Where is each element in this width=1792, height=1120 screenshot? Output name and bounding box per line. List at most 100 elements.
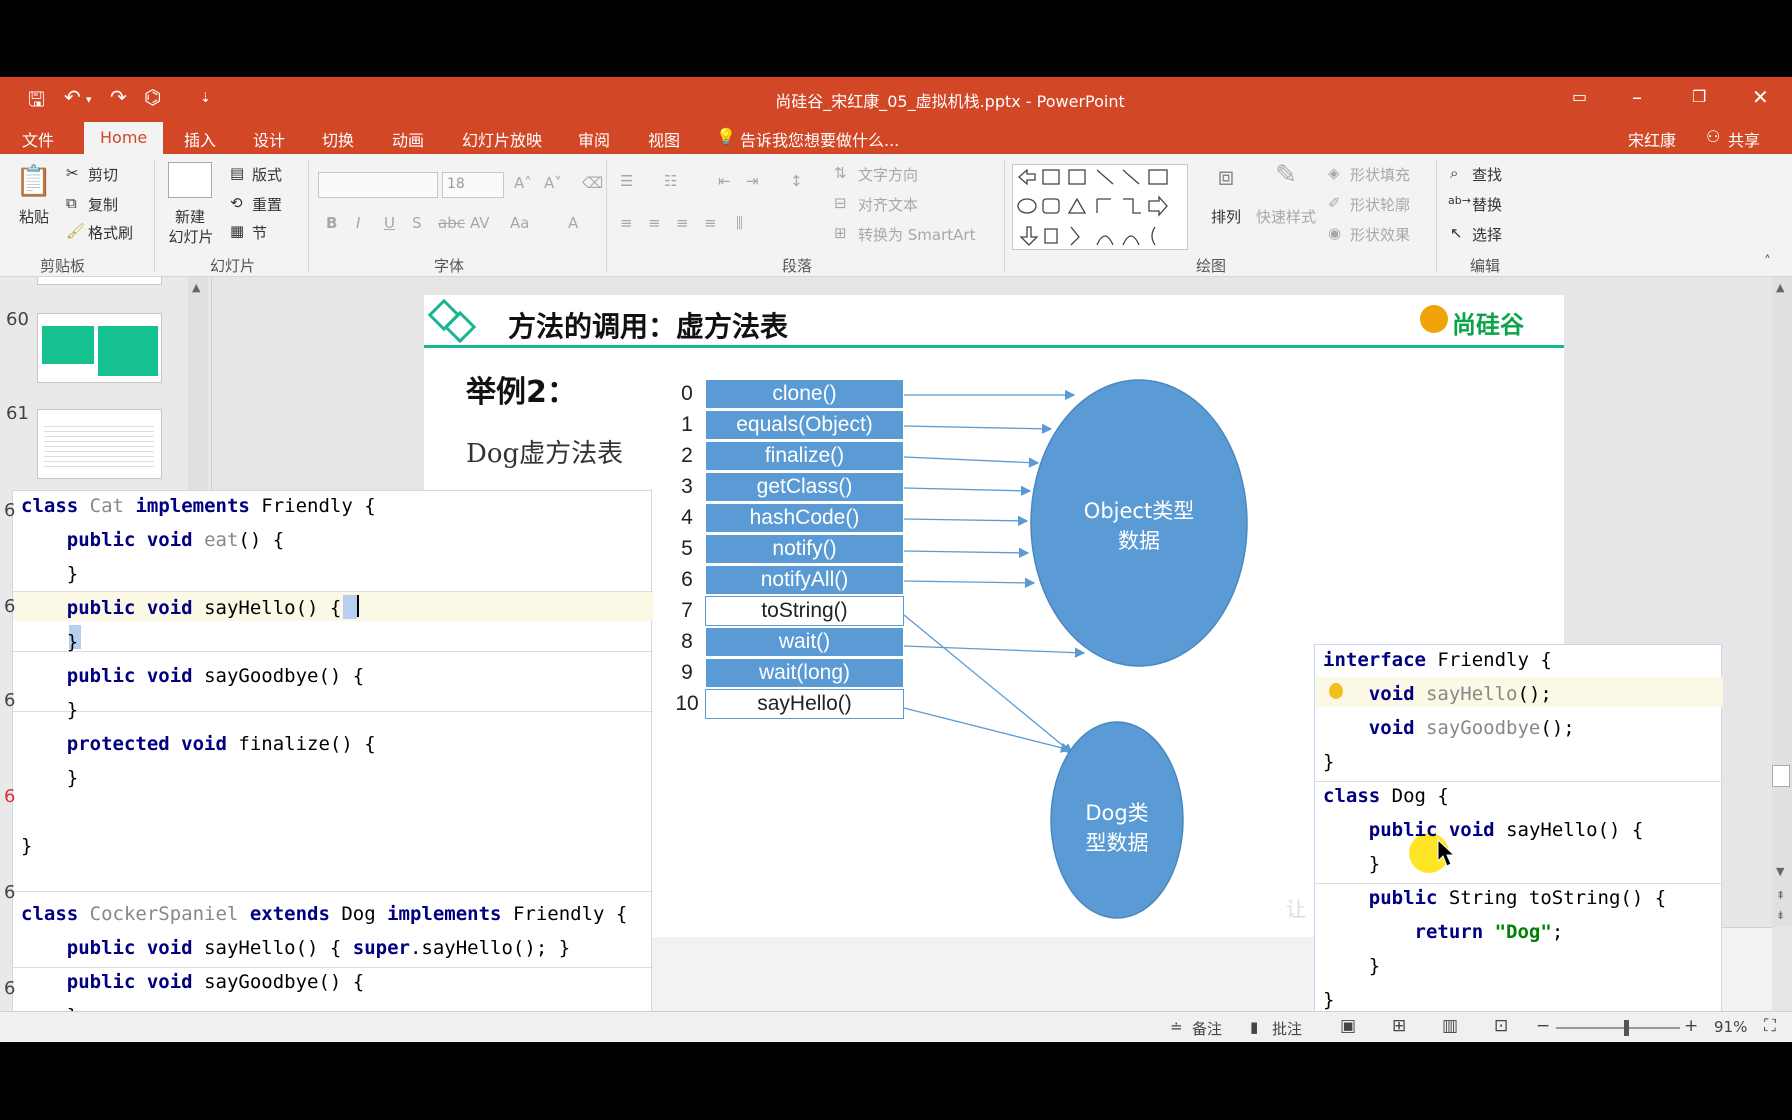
scroll-up-icon[interactable]: ▲ <box>192 281 200 294</box>
reset-button[interactable]: 重置 <box>252 194 282 215</box>
zoom-in-icon[interactable]: + <box>1684 1016 1698 1036</box>
thumbnail-slide-61[interactable] <box>37 409 162 479</box>
user-name[interactable]: 宋红康 <box>1628 127 1676 151</box>
code-editor-right[interactable]: interface Friendly { void sayHello(); vo… <box>1314 644 1723 1018</box>
undo-dropdown-icon[interactable]: ▾ <box>86 93 92 106</box>
font-color-icon[interactable]: A <box>568 214 578 232</box>
zoom-slider[interactable] <box>1556 1027 1680 1029</box>
comments-button[interactable]: 批注 <box>1272 1018 1302 1039</box>
normal-view-icon[interactable]: ▣ <box>1340 1016 1356 1036</box>
smartart-button[interactable]: 转换为 SmartArt <box>858 224 975 245</box>
slide-scrollbar[interactable] <box>1772 277 1792 927</box>
tell-me-search[interactable]: 告诉我您想要做什么... <box>740 127 899 151</box>
notes-button[interactable]: 备注 <box>1192 1018 1222 1039</box>
tab-review[interactable]: 审阅 <box>578 127 610 151</box>
new-slide-icon[interactable] <box>168 162 212 198</box>
minimize-icon[interactable]: – <box>1632 85 1642 109</box>
font-size-box[interactable]: 18 <box>442 172 504 198</box>
code-line: public void sayHello() { <box>1368 819 1644 841</box>
tab-design[interactable]: 设计 <box>253 127 285 151</box>
save-icon[interactable]: 🖫 <box>28 85 45 119</box>
shapes-gallery[interactable] <box>1012 164 1188 250</box>
char-spacing-icon[interactable]: AV <box>470 214 490 232</box>
shape-fill-button[interactable]: 形状填充 <box>1350 164 1410 185</box>
underline-icon[interactable]: U <box>384 214 395 232</box>
change-case-icon[interactable]: Aa <box>510 214 529 232</box>
tab-slideshow[interactable]: 幻灯片放映 <box>462 127 542 151</box>
customize-qat-icon[interactable]: ⇣ <box>200 91 211 106</box>
tab-home[interactable]: Home <box>84 122 164 154</box>
bullets-icon[interactable]: ☰ <box>620 172 633 190</box>
align-center-icon[interactable]: ≡ <box>648 214 661 232</box>
brush-icon: 🖌 <box>66 222 86 240</box>
tab-insert[interactable]: 插入 <box>184 127 216 151</box>
paste-button[interactable]: 粘贴 <box>14 206 54 227</box>
thumbnail-partial[interactable] <box>37 277 162 285</box>
select-button[interactable]: 选择 <box>1472 224 1502 245</box>
align-right-icon[interactable]: ≡ <box>676 214 689 232</box>
arrange-icon[interactable]: ⧈ <box>1206 162 1246 193</box>
redo-icon[interactable]: ↷ <box>110 85 127 109</box>
tab-file[interactable]: 文件 <box>22 127 54 151</box>
columns-icon[interactable]: ⫼ <box>736 214 743 232</box>
restore-icon[interactable]: ❐ <box>1692 87 1706 106</box>
tab-transitions[interactable]: 切换 <box>322 127 354 151</box>
next-slide-icon[interactable]: ⇟ <box>1776 909 1785 922</box>
shape-outline-button[interactable]: 形状轮廓 <box>1350 194 1410 215</box>
window-title: 尚硅谷_宋红康_05_虚拟机栈.pptx - PowerPoint <box>775 92 1125 111</box>
numbering-icon[interactable]: ☷ <box>664 172 677 190</box>
zoom-slider-thumb[interactable] <box>1624 1020 1630 1036</box>
format-painter-button[interactable]: 格式刷 <box>88 222 133 243</box>
replace-button[interactable]: 替换 <box>1472 194 1502 215</box>
tab-view[interactable]: 视图 <box>648 127 680 151</box>
section-button[interactable]: 节 <box>252 222 267 243</box>
slide-sorter-icon[interactable]: ⊞ <box>1392 1016 1406 1036</box>
strikethrough-icon[interactable]: abc <box>438 214 465 232</box>
undo-icon[interactable]: ↶ <box>64 85 81 109</box>
layout-button[interactable]: 版式 <box>252 164 282 185</box>
fit-slide-icon[interactable]: ⛶ <box>1764 1016 1776 1036</box>
ribbon-display-icon[interactable]: ▭ <box>1572 87 1587 106</box>
slide-scroll-up-icon[interactable]: ▲ <box>1776 281 1784 294</box>
shadow-icon[interactable]: S <box>412 214 422 232</box>
text-direction-button[interactable]: 文字方向 <box>858 164 918 185</box>
new-slide-label-1[interactable]: 新建 <box>160 206 220 227</box>
line-spacing-icon[interactable]: ↕ <box>790 172 803 190</box>
new-slide-label-2[interactable]: 幻灯片 <box>156 226 226 247</box>
justify-icon[interactable]: ≡ <box>704 214 717 232</box>
presentation-icon[interactable]: ⌬ <box>144 85 161 109</box>
clear-format-icon[interactable]: ⌫ <box>582 174 603 192</box>
slide-scroll-thumb[interactable] <box>1772 765 1790 787</box>
share-button[interactable]: 共享 <box>1728 127 1760 151</box>
thumbnail-slide-60[interactable] <box>37 313 162 383</box>
align-left-icon[interactable]: ≡ <box>620 214 633 232</box>
vtable-method-cell: hashCode() <box>705 503 904 533</box>
cut-button[interactable]: 剪切 <box>88 164 118 185</box>
arrange-button[interactable]: 排列 <box>1204 206 1248 227</box>
italic-icon[interactable]: I <box>356 214 360 232</box>
zoom-out-icon[interactable]: − <box>1536 1016 1550 1036</box>
font-name-box[interactable] <box>318 172 438 198</box>
gutter-mark: 6 <box>4 978 16 999</box>
paste-icon[interactable]: 📋 <box>14 164 54 199</box>
decrease-indent-icon[interactable]: ⇤ <box>718 172 731 190</box>
zoom-level[interactable]: 91% <box>1714 1018 1747 1036</box>
collapse-ribbon-icon[interactable]: ˄ <box>1764 254 1771 270</box>
grow-font-icon[interactable]: A˄ <box>514 174 532 192</box>
quick-styles-icon[interactable]: ✎ <box>1266 160 1306 190</box>
increase-indent-icon[interactable]: ⇥ <box>746 172 759 190</box>
slideshow-view-icon[interactable]: ⊡ <box>1494 1016 1508 1036</box>
find-button[interactable]: 查找 <box>1472 164 1502 185</box>
tab-animations[interactable]: 动画 <box>392 127 424 151</box>
previous-slide-icon[interactable]: ⇞ <box>1776 889 1785 902</box>
copy-button[interactable]: 复制 <box>88 194 118 215</box>
shape-effects-button[interactable]: 形状效果 <box>1350 224 1410 245</box>
slide-scroll-down-icon[interactable]: ▼ <box>1776 865 1784 878</box>
code-editor-left[interactable]: class Cat implements Friendly { public v… <box>12 490 653 1042</box>
bold-icon[interactable]: B <box>326 214 337 232</box>
close-icon[interactable]: ✕ <box>1752 85 1769 109</box>
align-text-button[interactable]: 对齐文本 <box>858 194 918 215</box>
quick-styles-button[interactable]: 快速样式 <box>1250 206 1322 227</box>
shrink-font-icon[interactable]: A˅ <box>544 174 562 192</box>
reading-view-icon[interactable]: ▥ <box>1442 1016 1458 1036</box>
